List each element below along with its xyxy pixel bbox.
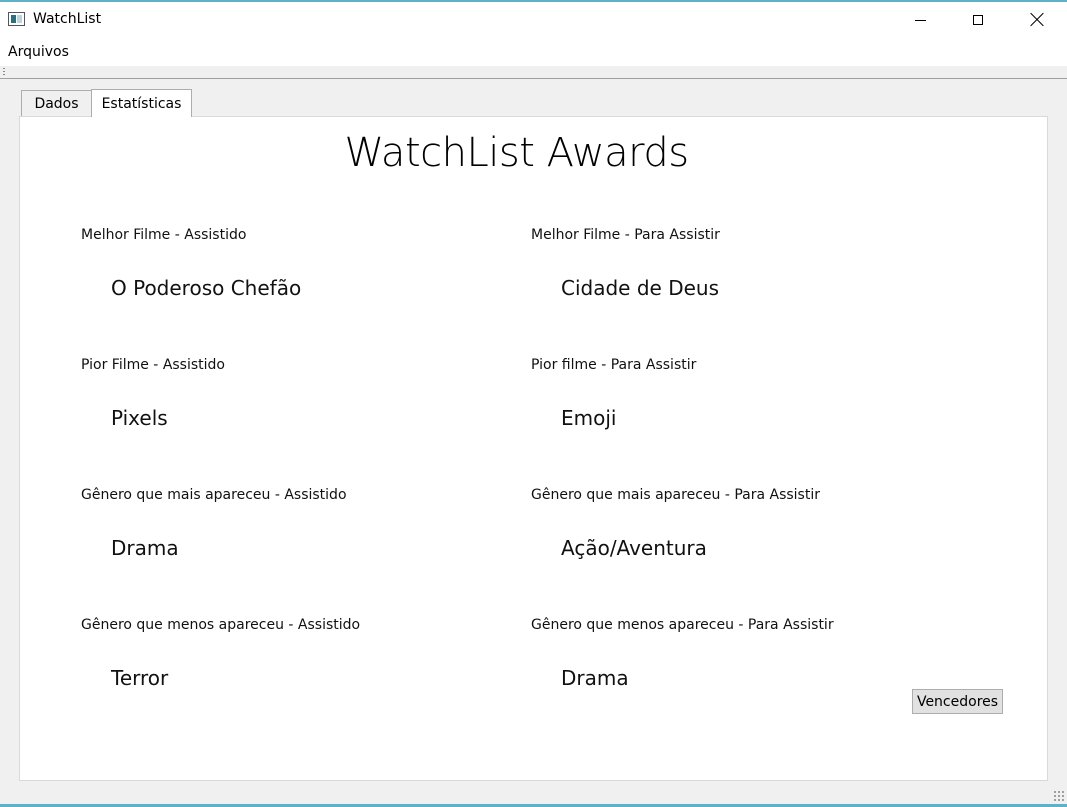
stat-value-most-genre-watched: Drama: [111, 536, 179, 560]
stat-label-worst-towatch: Pior filme - Para Assistir: [531, 357, 697, 373]
tab-label: Dados: [34, 95, 79, 112]
grip-handle-icon[interactable]: [3, 68, 5, 76]
statistics-panel: [19, 116, 1048, 781]
minimize-icon: [914, 19, 926, 21]
menu-item-arquivos[interactable]: Arquivos: [8, 44, 69, 60]
page-title: WatchList Awards: [344, 130, 689, 176]
stat-label-most-genre-towatch: Gênero que mais apareceu - Para Assistir: [531, 487, 820, 503]
stat-label-least-genre-towatch: Gênero que menos apareceu - Para Assisti…: [531, 617, 834, 633]
resize-grip-icon[interactable]: [1053, 790, 1065, 802]
stat-value-best-towatch: Cidade de Deus: [561, 276, 719, 300]
stat-label-least-genre-watched: Gênero que menos apareceu - Assistido: [81, 617, 361, 633]
maximize-icon: [973, 15, 983, 25]
stat-value-least-genre-watched: Terror: [111, 666, 169, 690]
toolbar-strip: [0, 66, 1067, 79]
tab-label: Estatísticas: [101, 95, 182, 112]
stat-value-worst-towatch: Emoji: [561, 406, 617, 430]
tab-estatisticas[interactable]: Estatísticas: [91, 89, 192, 117]
app-window-icon: [8, 12, 25, 26]
close-button[interactable]: [1008, 2, 1066, 38]
maximize-button[interactable]: [949, 2, 1007, 38]
tab-dados[interactable]: Dados: [21, 90, 92, 116]
stat-label-best-towatch: Melhor Filme - Para Assistir: [531, 227, 720, 243]
stat-label-most-genre-watched: Gênero que mais apareceu - Assistido: [81, 487, 347, 503]
stat-label-best-watched: Melhor Filme - Assistido: [81, 227, 247, 243]
minimize-button[interactable]: [891, 2, 949, 38]
stat-value-worst-watched: Pixels: [111, 406, 168, 430]
stat-value-least-genre-towatch: Drama: [561, 666, 629, 690]
menu-bar: Arquivos: [0, 38, 1067, 67]
close-icon: [1030, 13, 1044, 27]
vencedores-button[interactable]: Vencedores: [912, 689, 1003, 714]
stat-value-best-watched: O Poderoso Chefão: [111, 276, 302, 300]
window-title: WatchList: [33, 11, 102, 27]
stat-label-worst-watched: Pior Filme - Assistido: [81, 357, 225, 373]
title-bar[interactable]: WatchList: [0, 2, 1067, 38]
stat-value-most-genre-towatch: Ação/Aventura: [561, 536, 707, 560]
